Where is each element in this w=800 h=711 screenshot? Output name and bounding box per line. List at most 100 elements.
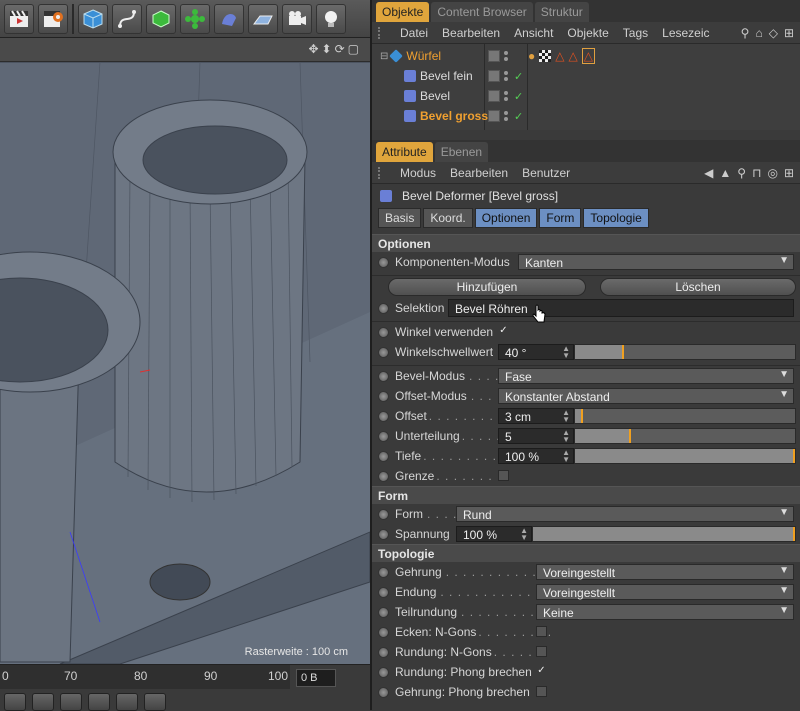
selection-tag-icon[interactable]: △ <box>581 48 595 64</box>
animate-radio[interactable] <box>378 346 389 358</box>
menu-tags[interactable]: Tags <box>623 26 648 40</box>
play-backward-icon[interactable] <box>32 693 54 711</box>
animate-radio[interactable] <box>378 410 389 422</box>
new-panel-icon[interactable]: ⊞ <box>784 166 794 180</box>
back-arrow-icon[interactable]: ◀ <box>704 166 713 180</box>
offset-slider[interactable] <box>574 408 796 424</box>
menu-bearbeiten[interactable]: Bearbeiten <box>442 26 500 40</box>
stepper-arrows-icon[interactable]: ▲ ▼ <box>520 527 528 542</box>
tiefe-slider[interactable] <box>574 448 796 464</box>
layer-icon[interactable] <box>488 70 500 82</box>
winkelschwellwert-slider[interactable] <box>574 344 796 360</box>
layer-icon[interactable] <box>488 50 500 62</box>
animate-radio[interactable] <box>378 508 389 520</box>
selection-tag-icon[interactable]: △ <box>555 49 564 63</box>
tab-content-browser[interactable]: Content Browser <box>431 2 533 22</box>
keyframe-icon[interactable] <box>144 693 166 711</box>
autokey-icon[interactable] <box>116 693 138 711</box>
animate-radio[interactable] <box>378 470 389 482</box>
animate-radio[interactable] <box>378 528 389 540</box>
camera-icon[interactable] <box>282 3 312 34</box>
tab-topologie[interactable]: Topologie <box>583 208 649 228</box>
timeline-ruler[interactable]: 0 70 80 90 100 <box>0 665 290 689</box>
animate-radio[interactable] <box>378 626 389 638</box>
visibility-dots-icon[interactable] <box>504 110 510 122</box>
animate-radio[interactable] <box>378 430 389 442</box>
go-to-start-icon[interactable] <box>4 693 26 711</box>
step-back-icon[interactable] <box>60 693 82 711</box>
unterteilung-field[interactable]: 5 ▲ ▼ <box>498 428 574 444</box>
enabled-check-icon[interactable]: ✓ <box>514 70 523 83</box>
search-icon[interactable]: ⚲ <box>741 26 750 40</box>
komponenten-modus-dropdown[interactable]: Kanten ▼ <box>518 254 794 270</box>
menu-ansicht[interactable]: Ansicht <box>514 26 553 40</box>
layer-icon[interactable] <box>488 110 500 122</box>
tab-struktur[interactable]: Struktur <box>534 2 589 22</box>
menu-objekte[interactable]: Objekte <box>567 26 608 40</box>
spannung-field[interactable]: 100 % ▲ ▼ <box>456 526 532 542</box>
animate-radio[interactable] <box>378 686 389 698</box>
gehrung-dropdown[interactable]: Voreingestellt ▼ <box>536 564 794 580</box>
tree-collapse-icon[interactable]: ⊟ <box>380 51 388 62</box>
spannung-slider[interactable] <box>532 526 796 542</box>
animate-radio[interactable] <box>378 666 389 678</box>
rundung-ngons-checkbox[interactable] <box>536 646 547 657</box>
tab-ebenen[interactable]: Ebenen <box>434 142 489 162</box>
visibility-dots-icon[interactable] <box>504 90 510 102</box>
tiefe-field[interactable]: 100 % ▲ ▼ <box>498 448 574 464</box>
target-icon[interactable]: ◎ <box>767 166 777 180</box>
home-icon[interactable]: ⌂ <box>755 26 762 40</box>
layer-icon[interactable] <box>488 90 500 102</box>
tab-basis[interactable]: Basis <box>378 208 422 228</box>
delete-button[interactable]: Löschen <box>600 278 796 296</box>
bevel-modus-dropdown[interactable]: Fase ▼ <box>498 368 794 384</box>
lock-icon[interactable]: ⊓ <box>752 166 761 180</box>
visibility-dots-icon[interactable] <box>504 70 510 82</box>
current-frame-field[interactable]: 0 B <box>296 669 336 687</box>
menu-bearbeiten[interactable]: Bearbeiten <box>450 166 508 180</box>
winkelschwellwert-field[interactable]: 40 ° ▲ ▼ <box>498 344 574 360</box>
tab-objekte[interactable]: Objekte <box>376 2 430 22</box>
record-icon[interactable] <box>88 693 110 711</box>
visibility-dots-icon[interactable] <box>504 50 510 62</box>
phong-tag-icon[interactable]: ● <box>528 49 535 63</box>
link-icon[interactable]: ◇ <box>769 26 778 40</box>
generator-icon[interactable] <box>146 3 176 34</box>
stepper-arrows-icon[interactable]: ▲ ▼ <box>562 449 570 464</box>
teilrundung-dropdown[interactable]: Keine ▼ <box>536 604 794 620</box>
stepper-arrows-icon[interactable]: ▲ ▼ <box>562 409 570 424</box>
animate-radio[interactable] <box>378 256 389 268</box>
animate-radio[interactable] <box>378 586 389 598</box>
ecken-ngons-checkbox[interactable] <box>536 626 547 637</box>
floor-icon[interactable] <box>248 3 278 34</box>
animate-radio[interactable] <box>378 390 389 402</box>
enabled-check-icon[interactable]: ✓ <box>514 110 523 123</box>
animate-radio[interactable] <box>378 326 389 338</box>
cube-icon[interactable] <box>78 3 108 34</box>
menu-datei[interactable]: Datei <box>400 26 428 40</box>
winkel-verwenden-checkbox[interactable]: ✓ <box>498 326 509 337</box>
animate-radio[interactable] <box>378 606 389 618</box>
menu-modus[interactable]: Modus <box>400 166 436 180</box>
render-settings-icon[interactable] <box>38 3 68 34</box>
up-arrow-icon[interactable]: ▲ <box>719 166 731 180</box>
animate-radio[interactable] <box>378 566 389 578</box>
tab-koord[interactable]: Koord. <box>423 208 473 228</box>
animate-radio[interactable] <box>378 370 389 382</box>
array-icon[interactable] <box>180 3 210 34</box>
stepper-arrows-icon[interactable]: ▲ ▼ <box>562 345 570 360</box>
deformer-icon[interactable] <box>214 3 244 34</box>
viewport-navigation-icons[interactable]: ✥⬍⟳▢ <box>308 42 362 56</box>
endung-dropdown[interactable]: Voreingestellt ▼ <box>536 584 794 600</box>
menu-lesezeichen[interactable]: Lesezeic <box>662 26 709 40</box>
selection-tag-icon[interactable]: △ <box>568 49 577 63</box>
gehrung-phong-checkbox[interactable] <box>536 686 547 697</box>
offset-field[interactable]: 3 cm ▲ ▼ <box>498 408 574 424</box>
add-button[interactable]: Hinzufügen <box>388 278 586 296</box>
spline-icon[interactable] <box>112 3 142 34</box>
unterteilung-slider[interactable] <box>574 428 796 444</box>
rundung-phong-checkbox[interactable]: ✓ <box>536 666 547 677</box>
tab-attribute[interactable]: Attribute <box>376 142 433 162</box>
offset-modus-dropdown[interactable]: Konstanter Abstand ▼ <box>498 388 794 404</box>
tab-optionen[interactable]: Optionen <box>474 208 538 228</box>
